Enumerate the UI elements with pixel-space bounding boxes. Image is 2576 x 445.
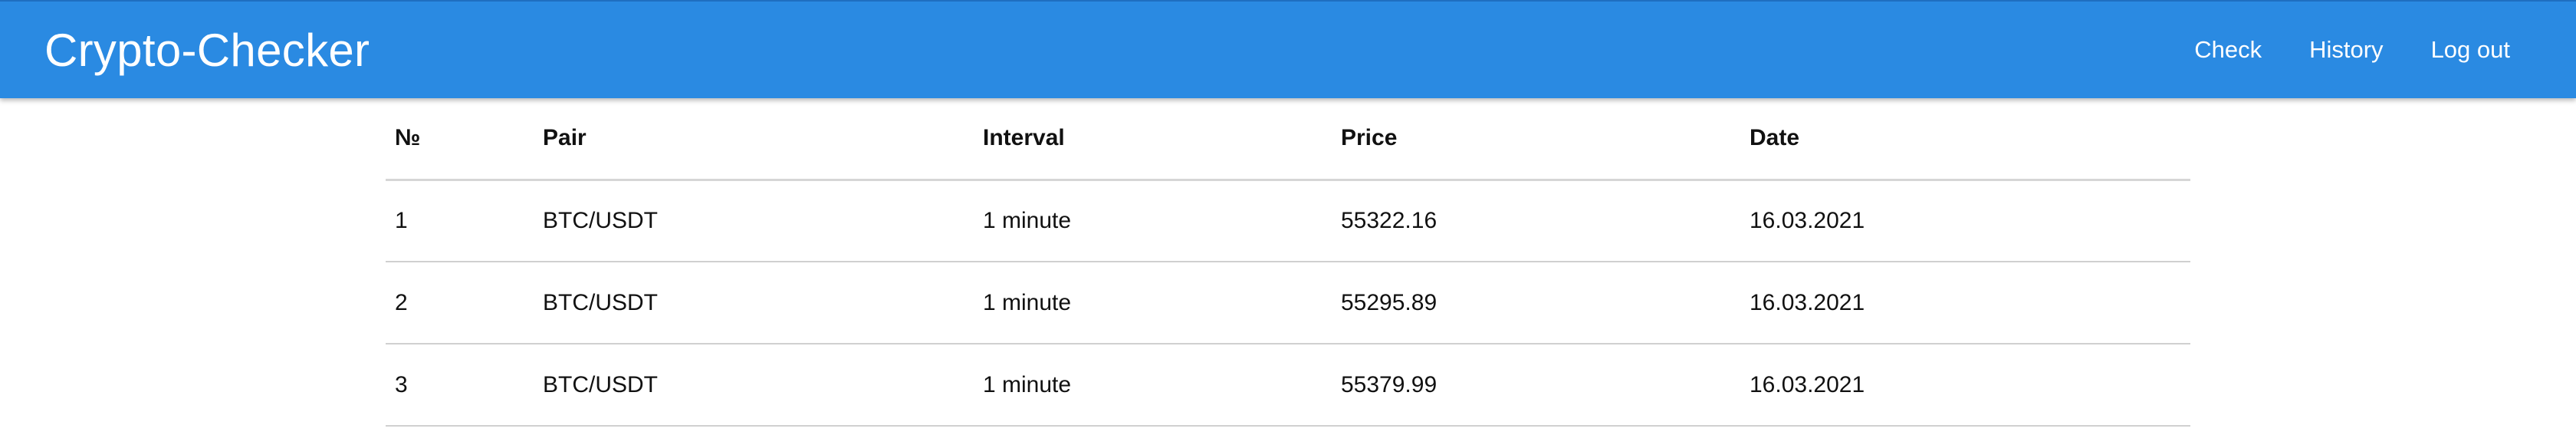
cell-pair: BTC/USDT: [543, 289, 658, 315]
nav-link-history[interactable]: History: [2309, 36, 2383, 64]
header-date: Date: [1750, 125, 1800, 151]
cell-number: 3: [395, 371, 408, 397]
header-price: Price: [1341, 125, 1398, 151]
cell-date: 16.03.2021: [1750, 371, 1865, 397]
cell-number: 1: [395, 207, 408, 233]
header-pair: Pair: [543, 125, 586, 151]
nav-links: Check History Log out: [2147, 36, 2510, 64]
nav-link-logout[interactable]: Log out: [2431, 36, 2510, 64]
brand-logo-link[interactable]: Crypto-Checker: [44, 24, 370, 77]
table-header-row: № Pair Interval Price Date: [386, 98, 2190, 180]
header-number: №: [395, 125, 421, 151]
top-navbar: Crypto-Checker Check History Log out: [0, 0, 2576, 98]
nav-link-check[interactable]: Check: [2194, 36, 2262, 64]
cell-pair: BTC/USDT: [543, 207, 658, 233]
cell-pair: BTC/USDT: [543, 371, 658, 397]
cell-price: 55295.89: [1341, 289, 1438, 315]
cell-date: 16.03.2021: [1750, 207, 1865, 233]
header-interval: Interval: [983, 125, 1065, 151]
cell-price: 55379.99: [1341, 371, 1438, 397]
history-table-container: № Pair Interval Price Date 1 BTC/USDT 1 …: [386, 98, 2190, 427]
cell-interval: 1 minute: [983, 289, 1072, 315]
table-row: 3 BTC/USDT 1 minute 55379.99 16.03.2021: [386, 344, 2190, 426]
cell-number: 2: [395, 289, 408, 315]
cell-interval: 1 minute: [983, 207, 1072, 233]
cell-date: 16.03.2021: [1750, 289, 1865, 315]
table-row: 2 BTC/USDT 1 minute 55295.89 16.03.2021: [386, 262, 2190, 344]
cell-price: 55322.16: [1341, 207, 1438, 233]
history-table: № Pair Interval Price Date 1 BTC/USDT 1 …: [386, 98, 2190, 427]
cell-interval: 1 minute: [983, 371, 1072, 397]
table-row: 1 BTC/USDT 1 minute 55322.16 16.03.2021: [386, 180, 2190, 262]
